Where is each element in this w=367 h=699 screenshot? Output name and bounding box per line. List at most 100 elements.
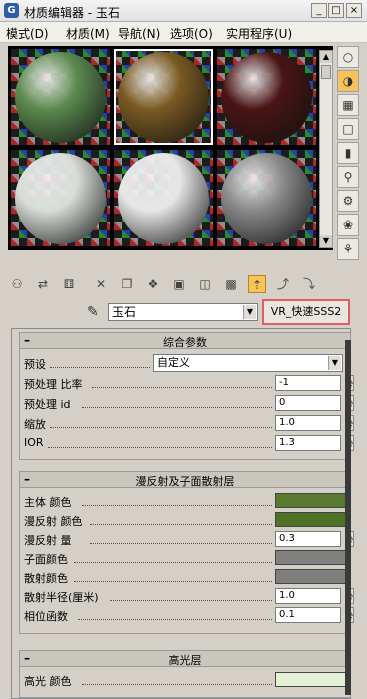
scatter-color-label: 散射颜色 bbox=[24, 572, 68, 585]
preset-dropdown[interactable]: 自定义 ▼ bbox=[153, 354, 343, 372]
menu-material[interactable]: 材质(M) bbox=[66, 25, 110, 42]
param-row: 缩放 1.0 ▲▼ bbox=[20, 414, 354, 433]
dotted-leader bbox=[50, 427, 272, 428]
close-button[interactable]: × bbox=[346, 3, 362, 18]
param-row: 散射半径(厘米) 1.0 ▲▼ bbox=[20, 587, 354, 606]
scroll-up-arrow-icon[interactable]: ▲ bbox=[320, 51, 332, 63]
select-by-material-icon[interactable]: ❀ bbox=[337, 214, 359, 236]
make-unique-icon[interactable]: ❖ bbox=[144, 275, 162, 293]
title-bar: G 材质编辑器 - 玉石 _ □ × bbox=[0, 0, 367, 22]
phase-function-field[interactable]: 0.1 bbox=[275, 607, 341, 623]
dotted-leader bbox=[90, 543, 272, 544]
go-to-parent-icon[interactable]: ⤴ bbox=[274, 275, 292, 293]
param-row: 漫反射 量 0.3 ▲▼ bbox=[20, 530, 354, 549]
assign-to-selection-icon[interactable]: ⚅ bbox=[60, 275, 78, 293]
param-row: 预设 自定义 ▼ bbox=[20, 354, 352, 373]
scale-label: 缩放 bbox=[24, 418, 46, 431]
diffuse-amount-field[interactable]: 0.3 bbox=[275, 531, 341, 547]
chevron-down-icon[interactable]: ▼ bbox=[243, 305, 256, 319]
rollout-title: 高光层 bbox=[168, 654, 202, 667]
copy-material-icon[interactable]: ❐ bbox=[118, 275, 136, 293]
menu-utilities[interactable]: 实用程序(U) bbox=[226, 25, 292, 42]
prepass-rate-label: 预处理 比率 bbox=[24, 378, 83, 391]
param-row: 高光 颜色 bbox=[20, 671, 352, 690]
minimize-button[interactable]: _ bbox=[311, 3, 327, 18]
window-title: 材质编辑器 - 玉石 bbox=[24, 6, 120, 20]
sample-slot[interactable] bbox=[114, 150, 213, 246]
sample-slot[interactable] bbox=[217, 150, 316, 246]
maximize-button[interactable]: □ bbox=[328, 3, 344, 18]
app-logo-icon: G bbox=[4, 3, 19, 18]
dotted-leader bbox=[92, 387, 272, 388]
background-icon[interactable]: ▦ bbox=[337, 94, 359, 116]
specular-color-label: 高光 颜色 bbox=[24, 675, 72, 688]
rollout-header[interactable]: – 高光层 bbox=[20, 651, 350, 667]
show-map-icon[interactable]: ▩ bbox=[222, 275, 240, 293]
material-sphere bbox=[221, 52, 312, 143]
rollout-header[interactable]: – 漫反射及子面散射层 bbox=[20, 472, 350, 488]
panel-scrollbar[interactable] bbox=[345, 340, 351, 695]
dotted-leader bbox=[82, 407, 272, 408]
dotted-leader bbox=[48, 447, 272, 448]
sample-slot[interactable] bbox=[11, 49, 110, 145]
dotted-leader bbox=[74, 581, 272, 582]
sample-slot[interactable] bbox=[217, 49, 316, 145]
ior-field[interactable]: 1.3 bbox=[275, 435, 341, 451]
sample-type-icon[interactable]: ○ bbox=[337, 46, 359, 68]
dotted-leader bbox=[50, 367, 150, 368]
material-id-icon[interactable]: ◫ bbox=[196, 275, 214, 293]
put-to-scene-icon[interactable]: ⇄ bbox=[34, 275, 52, 293]
preset-value: 自定义 bbox=[157, 356, 190, 369]
get-material-icon[interactable]: ⚇ bbox=[8, 275, 26, 293]
diffuse-color-swatch[interactable] bbox=[275, 512, 346, 527]
prepass-rate-field[interactable]: -1 bbox=[275, 375, 341, 391]
material-name-combo[interactable]: 玉石 ▼ bbox=[108, 303, 258, 321]
sample-slot[interactable] bbox=[114, 49, 213, 145]
sample-slot[interactable] bbox=[11, 150, 110, 246]
sub-surface-color-swatch[interactable] bbox=[275, 550, 346, 565]
menu-options[interactable]: 选项(O) bbox=[170, 25, 213, 42]
material-type-button[interactable]: VR_快速SSS2 bbox=[262, 299, 350, 325]
backlight-icon[interactable]: ◑ bbox=[337, 70, 359, 92]
scatter-color-swatch[interactable] bbox=[275, 569, 346, 584]
put-to-library-icon[interactable]: ▣ bbox=[170, 275, 188, 293]
diffuse-amount-label: 漫反射 量 bbox=[24, 534, 72, 547]
slots-scrollbar[interactable]: ▲ ▼ bbox=[319, 50, 333, 248]
reset-map-icon[interactable]: ✕ bbox=[92, 275, 110, 293]
scatter-radius-field[interactable]: 1.0 bbox=[275, 588, 341, 604]
sub-surface-color-label: 子面颜色 bbox=[24, 553, 68, 566]
prepass-id-label: 预处理 id bbox=[24, 398, 71, 411]
specular-color-swatch[interactable] bbox=[275, 672, 346, 687]
make-preview-icon[interactable]: ⚲ bbox=[337, 166, 359, 188]
material-sphere bbox=[221, 153, 312, 244]
eyedropper-icon[interactable]: ✎ bbox=[87, 304, 99, 320]
param-row: IOR 1.3 ▲▼ bbox=[20, 434, 354, 453]
material-navigator-icon[interactable]: ⚘ bbox=[337, 238, 359, 260]
scatter-radius-label: 散射半径(厘米) bbox=[24, 591, 99, 604]
param-row: 散射颜色 bbox=[20, 568, 352, 587]
rollout-title: 漫反射及子面散射层 bbox=[135, 475, 235, 488]
chevron-down-icon[interactable]: ▼ bbox=[328, 356, 341, 370]
options-icon[interactable]: ⚙ bbox=[337, 190, 359, 212]
scroll-thumb[interactable] bbox=[321, 65, 331, 79]
scale-field[interactable]: 1.0 bbox=[275, 415, 341, 431]
param-row: 子面颜色 bbox=[20, 549, 352, 568]
material-toolbar: ⚇ ⇄ ⚅ ✕ ❐ ❖ ▣ ◫ ▩ ⇡ ⤴ ⤵ bbox=[8, 275, 358, 297]
scroll-down-arrow-icon[interactable]: ▼ bbox=[320, 235, 332, 247]
overall-color-swatch[interactable] bbox=[275, 493, 346, 508]
menu-mode[interactable]: 模式(D) bbox=[6, 25, 49, 42]
video-color-check-icon[interactable]: ▮ bbox=[337, 142, 359, 164]
go-forward-sibling-icon[interactable]: ⤵ bbox=[300, 275, 318, 293]
param-row: 漫反射 颜色 bbox=[20, 511, 352, 530]
dotted-leader bbox=[82, 505, 272, 506]
rollout-specular: – 高光层 高光 颜色 bbox=[19, 650, 351, 698]
show-end-result-icon[interactable]: ⇡ bbox=[248, 275, 266, 293]
uv-tiling-icon[interactable]: □ bbox=[337, 118, 359, 140]
rollout-header[interactable]: – 综合参数 bbox=[20, 333, 350, 349]
diffuse-color-label: 漫反射 颜色 bbox=[24, 515, 83, 528]
menu-navigation[interactable]: 导航(N) bbox=[118, 25, 160, 42]
prepass-id-field[interactable]: 0 bbox=[275, 395, 341, 411]
dotted-leader bbox=[74, 562, 272, 563]
param-row: 主体 颜色 bbox=[20, 492, 352, 511]
menu-bar: 模式(D) 材质(M) 导航(N) 选项(O) 实用程序(U) bbox=[0, 22, 367, 43]
